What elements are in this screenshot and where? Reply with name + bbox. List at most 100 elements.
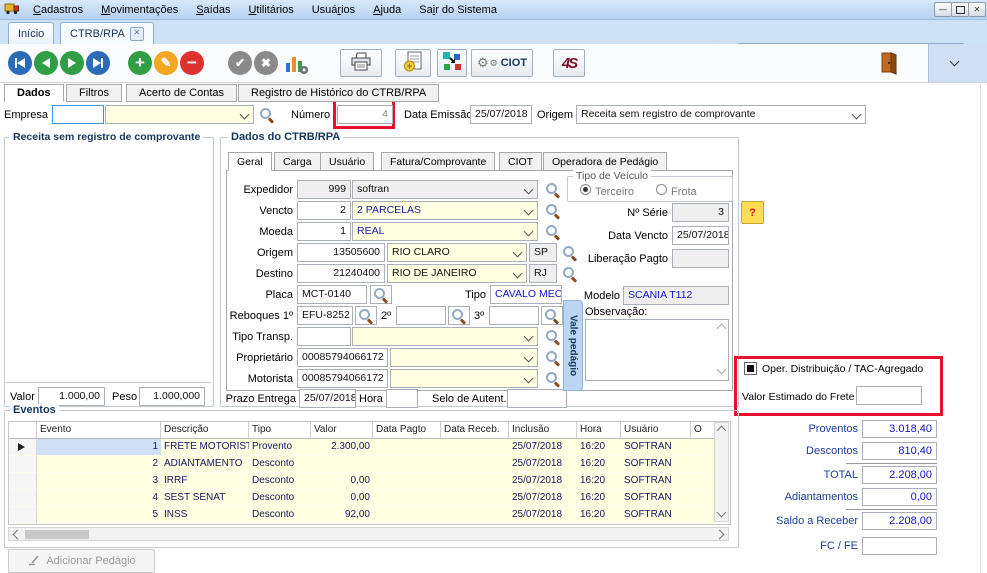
menu-item-sair-do-sistema[interactable]: Sair do Sistema (410, 4, 506, 16)
tab-operadora-pedagio[interactable]: Operadora de Pedágio (543, 152, 667, 171)
exit-door-icon[interactable] (880, 51, 898, 78)
column-header-inclusao[interactable]: Inclusão (509, 422, 577, 439)
oper-distribuicao-checkbox[interactable] (744, 362, 757, 375)
valor-estimado-input[interactable] (856, 386, 922, 405)
radio-terceiro[interactable] (580, 184, 591, 195)
reboque2-input[interactable] (396, 306, 446, 325)
column-header-hora[interactable]: Hora (577, 422, 621, 439)
window-restore-button[interactable] (951, 2, 969, 17)
origem-uf-input[interactable]: SP (529, 243, 557, 262)
vencto-search-icon[interactable] (545, 203, 560, 218)
reboque3-search-button[interactable] (541, 306, 563, 325)
tab-filtros[interactable]: Filtros (66, 84, 122, 102)
reboque3-input[interactable] (489, 306, 539, 325)
menu-item-cadastros[interactable]: Cadastros (24, 4, 92, 16)
origem-select[interactable]: Receita sem registro de comprovante (576, 105, 866, 124)
tab-close-icon[interactable]: ✕ (130, 27, 144, 41)
toolbar-more-button[interactable] (950, 57, 960, 67)
moeda-select[interactable]: REAL (352, 222, 538, 241)
menu-item-utilitarios[interactable]: Utilitários (239, 4, 302, 16)
radio-frota[interactable] (656, 184, 667, 195)
destino-search-icon[interactable] (562, 266, 577, 281)
liberacao-pagto-input[interactable] (672, 249, 729, 268)
vale-pedagio-side-tab[interactable]: Vale pedágio (563, 300, 583, 391)
proprietario-select[interactable] (390, 348, 538, 367)
help-button[interactable]: ? (741, 201, 764, 224)
chart-gear-icon[interactable] (284, 52, 309, 78)
empresa-code-input[interactable] (52, 105, 104, 124)
window-close-button[interactable]: ✕ (968, 2, 986, 17)
tab-fatura-comprovante[interactable]: Fatura/Comprovante (381, 152, 495, 171)
motorista-input[interactable]: 00085794066172 (297, 369, 388, 388)
destino-code-input[interactable]: 21240400 (297, 264, 385, 283)
table-row[interactable]: 3IRRFDesconto0,0025/07/201816:20SOFTRAN (9, 473, 715, 490)
placa-tipo-input[interactable]: CAVALO MECA (490, 285, 562, 304)
origem-cidade-select[interactable]: RIO CLARO (387, 243, 527, 262)
column-header-valor[interactable]: Valor (311, 422, 373, 439)
fc-fe-input[interactable] (862, 537, 937, 555)
reboque1-input[interactable]: EFU-8252 (297, 306, 353, 325)
delete-button[interactable]: − (180, 51, 204, 75)
column-header-tipo[interactable]: Tipo (249, 422, 311, 439)
origem-search-icon[interactable] (562, 245, 577, 260)
eventos-hscrollbar[interactable] (8, 527, 729, 541)
column-header-descricao[interactable]: Descrição (161, 422, 249, 439)
destino-uf-input[interactable]: RJ (529, 264, 557, 283)
hora-input[interactable] (386, 389, 418, 408)
destino-cidade-select[interactable]: RIO DE JANEIRO (387, 264, 527, 283)
receipt-button[interactable] (395, 49, 431, 77)
tipo-transp-search-icon[interactable] (545, 329, 560, 344)
tipo-transp-select[interactable] (352, 327, 538, 346)
tab-acerto-de-contas[interactable]: Acerto de Contas (126, 84, 237, 102)
column-header-data_pagto[interactable]: Data Pagto (373, 422, 441, 439)
moeda-code-input[interactable]: 1 (297, 222, 351, 241)
tab-carga[interactable]: Carga (274, 152, 321, 171)
data-vencto-input[interactable]: 25/07/2018 (672, 226, 729, 245)
column-header-evento[interactable]: Evento (37, 422, 161, 439)
window-minimize-button[interactable]: — (934, 2, 952, 17)
confirm-button[interactable]: ✔ (228, 51, 252, 75)
nav-next-button[interactable] (60, 51, 84, 75)
prazo-entrega-input[interactable]: 25/07/2018 (299, 389, 356, 408)
selo-autent-input[interactable] (507, 389, 567, 408)
vencto-select[interactable]: 2 PARCELAS (352, 201, 538, 220)
tab-geral[interactable]: Geral (228, 152, 272, 171)
softran-logo-button[interactable]: 4S (553, 49, 585, 77)
vencto-code-input[interactable]: 2 (297, 201, 351, 220)
menu-item-ajuda[interactable]: Ajuda (364, 4, 410, 16)
ciot-button[interactable]: ⚙⚙ CIOT (471, 49, 533, 77)
menu-item-movimentacoes[interactable]: Movimentações (92, 4, 187, 16)
column-header-data_receb[interactable]: Data Receb. (441, 422, 509, 439)
column-header-o[interactable]: O (691, 422, 715, 439)
reboque2-search-button[interactable] (448, 306, 470, 325)
proprietario-search-icon[interactable] (545, 350, 560, 365)
eventos-vscrollbar[interactable] (714, 422, 729, 522)
tab-dados[interactable]: Dados (4, 84, 64, 102)
scroll-down-icon[interactable] (717, 365, 727, 375)
placa-search-button[interactable] (370, 285, 392, 304)
column-header-usuario[interactable]: Usuário (621, 422, 691, 439)
nav-previous-button[interactable] (34, 51, 58, 75)
empresa-search-icon[interactable] (259, 107, 274, 122)
scroll-left-icon[interactable] (11, 531, 21, 538)
scroll-down-icon[interactable] (718, 509, 725, 519)
scrollbar-thumb[interactable] (25, 530, 89, 539)
tab-registro-historico[interactable]: Registro de Histórico do CTRB/RPA (238, 84, 439, 102)
table-row[interactable]: 4SEST SENATDesconto0,0025/07/201816:20SO… (9, 490, 715, 507)
tab-usuario[interactable]: Usuário (320, 152, 374, 171)
table-row[interactable]: 2ADIANTAMENTODesconto25/07/201816:20SOFT… (9, 456, 715, 473)
tab-inicio[interactable]: Início (8, 22, 54, 44)
scroll-up-icon[interactable] (718, 424, 725, 434)
tab-ctrb-rpa[interactable]: CTRB/RPA ✕ (60, 22, 154, 44)
peso-input[interactable]: 1.000,000 (139, 387, 205, 406)
cancel-button[interactable]: ✖ (254, 51, 278, 75)
scroll-up-icon[interactable] (717, 324, 727, 334)
edit-button[interactable]: ✎ (154, 51, 178, 75)
print-button[interactable] (340, 49, 382, 77)
add-button[interactable]: + (128, 51, 152, 75)
placa-input[interactable]: MCT-0140 (297, 285, 367, 304)
column-header-selector[interactable] (9, 422, 37, 439)
data-emissao-input[interactable]: 25/07/2018 (470, 105, 532, 124)
reboque1-search-button[interactable] (355, 306, 377, 325)
numero-input[interactable]: 4 (337, 105, 393, 124)
